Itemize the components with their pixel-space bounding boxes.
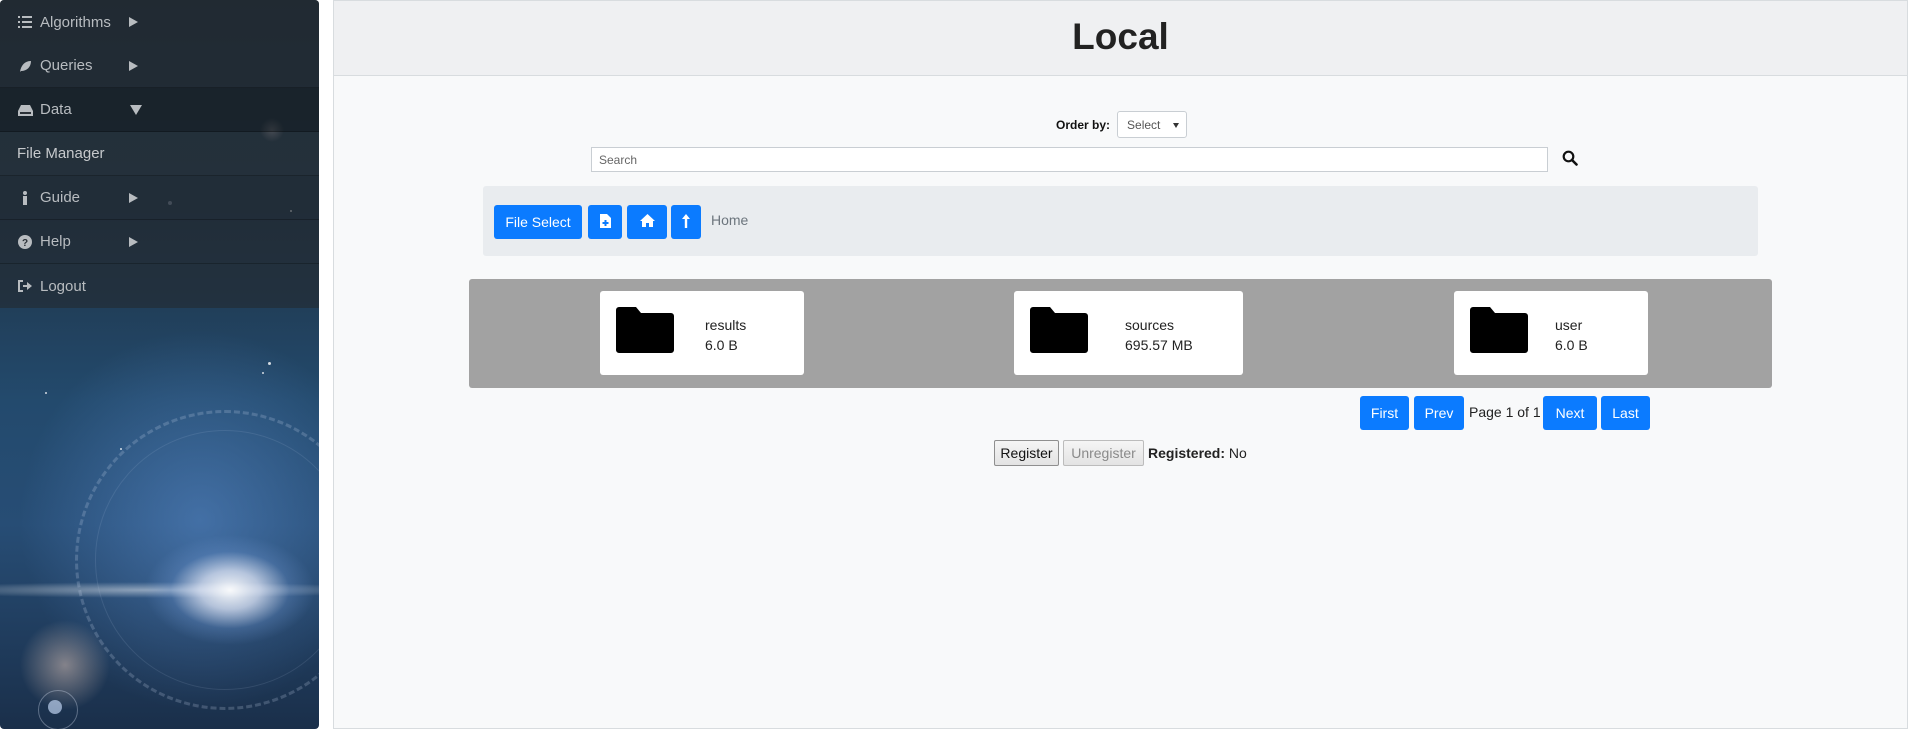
list-icon bbox=[17, 0, 33, 44]
background-star bbox=[120, 448, 122, 450]
caret-right-icon bbox=[129, 192, 138, 203]
search-input[interactable]: Search bbox=[591, 147, 1548, 172]
register-button[interactable]: Register bbox=[994, 440, 1059, 466]
file-toolbar: File Select Home bbox=[483, 186, 1758, 256]
leaf-icon bbox=[17, 44, 33, 88]
sidebar-item-label: Queries bbox=[40, 57, 93, 74]
sidebar-menu: Algorithms Queries Data File Manager Gui… bbox=[0, 0, 319, 308]
page-title: Local bbox=[1072, 16, 1169, 57]
folder-size: 6.0 B bbox=[705, 337, 738, 353]
folder-size: 6.0 B bbox=[1555, 337, 1588, 353]
registered-label: Registered: bbox=[1148, 445, 1226, 461]
search-placeholder: Search bbox=[599, 152, 638, 167]
sidebar-item-label: Logout bbox=[40, 277, 86, 295]
pagination-first-button[interactable]: First bbox=[1360, 396, 1409, 430]
sidebar-item-label: File Manager bbox=[17, 145, 105, 162]
question-circle-icon: ? bbox=[17, 220, 33, 264]
order-by-label: Order by: bbox=[1056, 117, 1111, 132]
pagination-next-button[interactable]: Next bbox=[1543, 396, 1597, 430]
caret-right-icon bbox=[129, 60, 138, 71]
unregister-button[interactable]: Unregister bbox=[1063, 440, 1144, 466]
folder-name: sources bbox=[1125, 317, 1175, 333]
new-file-button[interactable] bbox=[588, 205, 622, 239]
search-icon[interactable] bbox=[1562, 150, 1580, 168]
folder-icon bbox=[1030, 307, 1088, 353]
pagination-prev-button[interactable]: Prev bbox=[1414, 396, 1464, 430]
caret-right-icon bbox=[129, 17, 138, 27]
sidebar-item-guide[interactable]: Guide bbox=[0, 176, 319, 220]
sidebar-item-label: Algorithms bbox=[40, 13, 111, 31]
folder-card[interactable]: sources 695.57 MB bbox=[1014, 291, 1243, 375]
sidebar-item-logout[interactable]: Logout bbox=[0, 264, 319, 308]
pagination-status: Page 1 of 1 bbox=[1469, 404, 1541, 420]
page-header: Local bbox=[334, 1, 1907, 76]
sidebar-item-algorithms[interactable]: Algorithms bbox=[0, 0, 319, 44]
breadcrumb[interactable]: Home bbox=[711, 212, 748, 228]
sidebar-item-label: Guide bbox=[40, 189, 81, 206]
folder-name: results bbox=[705, 317, 747, 333]
caret-right-icon bbox=[129, 236, 138, 247]
folder-card[interactable]: user 6.0 B bbox=[1454, 291, 1648, 375]
caret-down-icon bbox=[130, 104, 142, 115]
folder-icon bbox=[616, 307, 674, 353]
sidebar-item-label: Data bbox=[40, 101, 72, 118]
info-icon bbox=[17, 176, 33, 220]
background-star bbox=[268, 362, 271, 365]
arrow-up-icon bbox=[682, 213, 690, 231]
sidebar: Algorithms Queries Data File Manager Gui… bbox=[0, 0, 319, 729]
background-planet bbox=[48, 700, 62, 714]
folder-name: user bbox=[1555, 317, 1583, 333]
file-plus-icon bbox=[599, 213, 611, 231]
registered-status: Registered: No bbox=[1148, 445, 1247, 461]
sidebar-item-file-manager[interactable]: File Manager bbox=[0, 132, 319, 176]
background-star bbox=[262, 372, 264, 374]
folder-size: 695.57 MB bbox=[1125, 337, 1193, 353]
sidebar-item-label: Help bbox=[40, 233, 71, 250]
sign-out-icon bbox=[17, 264, 33, 308]
sidebar-item-help[interactable]: ? Help bbox=[0, 220, 319, 264]
background-star bbox=[45, 392, 47, 394]
pagination-last-button[interactable]: Last bbox=[1601, 396, 1650, 430]
home-icon bbox=[639, 214, 655, 230]
order-by-row: Order by: Select bbox=[1056, 111, 1188, 138]
folder-card[interactable]: results 6.0 B bbox=[600, 291, 804, 375]
order-by-value: Select bbox=[1127, 117, 1161, 132]
order-by-select[interactable]: Select bbox=[1117, 111, 1188, 138]
svg-text:?: ? bbox=[22, 238, 28, 249]
hdd-icon bbox=[17, 88, 33, 132]
up-directory-button[interactable] bbox=[671, 205, 701, 239]
home-button[interactable] bbox=[627, 205, 667, 239]
main-panel: Local Order by: Select Search File Selec… bbox=[333, 0, 1908, 729]
file-select-button[interactable]: File Select bbox=[494, 205, 582, 239]
sidebar-item-data[interactable]: Data bbox=[0, 88, 319, 132]
folder-icon bbox=[1470, 307, 1528, 353]
sidebar-item-queries[interactable]: Queries bbox=[0, 44, 319, 88]
file-list: results 6.0 B sources 695.57 MB user 6.0… bbox=[469, 279, 1772, 388]
caret-down-icon bbox=[1173, 123, 1180, 128]
registered-value: No bbox=[1228, 445, 1247, 461]
